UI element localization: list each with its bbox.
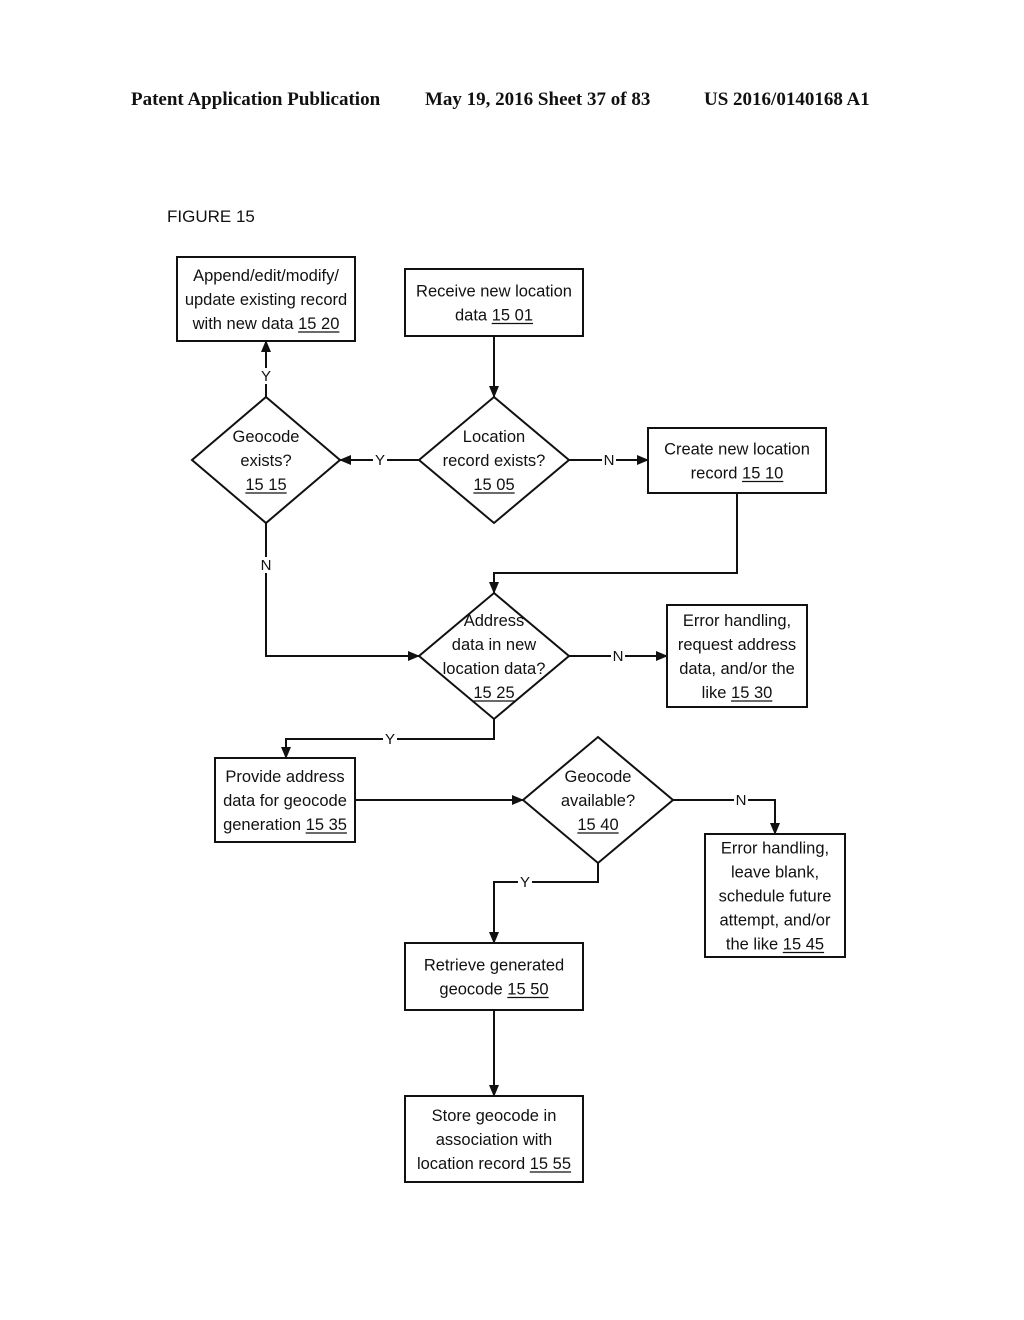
- node-ref-line: location record 15 55: [417, 1155, 571, 1173]
- node-text-line: association with: [436, 1131, 552, 1149]
- node-1530: Error handling, request address data, and/…: [666, 604, 808, 708]
- edge-label: Y: [375, 452, 385, 469]
- edge-1515-to-1525: [265, 523, 420, 661]
- node-text-line: Retrieve generated: [424, 957, 564, 975]
- node-reference-number: 15 35: [306, 816, 347, 834]
- node-reference-number: 15 05: [473, 476, 514, 494]
- node-1545: Error handling, leave blank, schedule futu…: [704, 833, 846, 958]
- node-text-line: request address: [678, 636, 796, 654]
- edge-1510-to-1525: [489, 493, 738, 594]
- node-ref-line: 15 25: [473, 684, 514, 702]
- node-text-prefix: like: [702, 684, 731, 702]
- node-ref-line: 15 15: [245, 476, 286, 494]
- edge-label: N: [736, 792, 747, 809]
- node-ref-line: with new data 15 20: [192, 315, 340, 333]
- process-box: [404, 268, 584, 337]
- node-ref-line: 15 05: [473, 476, 514, 494]
- node-text-line: Receive new location: [416, 283, 572, 301]
- node-text-line: Create new location: [664, 441, 810, 459]
- node-text-line: update existing record: [185, 291, 347, 309]
- node-reference-number: 15 01: [492, 307, 533, 325]
- node-text-prefix: the like: [726, 936, 783, 954]
- node-reference-number: 15 20: [298, 315, 339, 333]
- node-text-line: location data?: [443, 660, 546, 678]
- edge-label: Y: [261, 368, 271, 385]
- node-1520: Append/edit/modify/update existing recor…: [176, 256, 356, 342]
- node-text-line: exists?: [240, 452, 291, 470]
- flowchart: Receive new location data 15 01 Location re…: [176, 256, 846, 1183]
- node-text-prefix: geocode: [439, 981, 507, 999]
- edge-label: Y: [385, 731, 395, 748]
- node-text-line: Store geocode in: [432, 1107, 557, 1125]
- node-text-prefix: location record: [417, 1155, 530, 1173]
- node-text-line: Append/edit/modify/: [193, 267, 339, 285]
- node-1550: Retrieve generated geocode 15 50: [404, 942, 584, 1011]
- node-1515: Geocode exists? 15 15: [190, 395, 342, 525]
- node-text-line: data, and/or the: [679, 660, 795, 678]
- node-reference-number: 15 40: [577, 816, 618, 834]
- node-text-line: Error handling,: [721, 840, 829, 858]
- node-reference-number: 15 55: [530, 1155, 571, 1173]
- node-ref-line: like 15 30: [702, 684, 773, 702]
- edge-1540-to-1545: [673, 799, 780, 835]
- node-ref-line: geocode 15 50: [439, 981, 548, 999]
- node-ref-line: the like 15 45: [726, 936, 824, 954]
- node-ref-line: generation 15 35: [223, 816, 347, 834]
- node-text-line: leave blank,: [731, 864, 819, 882]
- node-reference-number: 15 50: [507, 981, 548, 999]
- node-text-line: Address: [464, 612, 525, 630]
- node-reference-number: 15 15: [245, 476, 286, 494]
- node-reference-number: 15 45: [783, 936, 824, 954]
- node-text-line: Geocode: [565, 768, 632, 786]
- node-text-prefix: data: [455, 307, 492, 325]
- node-text-line: data in new: [452, 636, 536, 654]
- node-text-line: available?: [561, 792, 635, 810]
- node-1501: Receive new location data 15 01: [404, 268, 584, 337]
- node-ref-line: record 15 10: [691, 465, 784, 483]
- edge-label: N: [604, 452, 615, 469]
- node-text-line: record exists?: [443, 452, 546, 470]
- node-ref-line: data 15 01: [455, 307, 533, 325]
- node-text-prefix: with new data: [192, 315, 298, 333]
- node-1555: Store geocode in association with location…: [404, 1095, 584, 1183]
- node-reference-number: 15 25: [473, 684, 514, 702]
- node-text-prefix: generation: [223, 816, 306, 834]
- node-1540: Geocode available? 15 40: [521, 735, 675, 865]
- node-1510: Create new location record 15 10: [647, 427, 827, 494]
- edge-1540-to-1550: [489, 863, 599, 944]
- node-ref-line: 15 40: [577, 816, 618, 834]
- node-text-line: Location: [463, 428, 525, 446]
- edge-label: Y: [520, 874, 530, 891]
- node-reference-number: 15 10: [742, 465, 783, 483]
- node-1525: Address data in new location data? 15 25: [417, 591, 571, 721]
- node-1535: Provide address data for geocode generatio…: [214, 757, 356, 843]
- node-text-line: schedule future: [719, 888, 832, 906]
- node-text-line: Provide address: [225, 768, 344, 786]
- node-text-line: data for geocode: [223, 792, 347, 810]
- node-text-line: Error handling,: [683, 612, 791, 630]
- edge-label: N: [261, 557, 272, 574]
- node-reference-number: 15 30: [731, 684, 772, 702]
- node-text-line: attempt, and/or: [720, 912, 831, 930]
- edge-label: N: [613, 648, 624, 665]
- process-box: [647, 427, 827, 494]
- node-1505: Location record exists? 15 05: [417, 395, 571, 525]
- node-text-line: Geocode: [233, 428, 300, 446]
- node-text-prefix: record: [691, 465, 742, 483]
- process-box: [404, 942, 584, 1011]
